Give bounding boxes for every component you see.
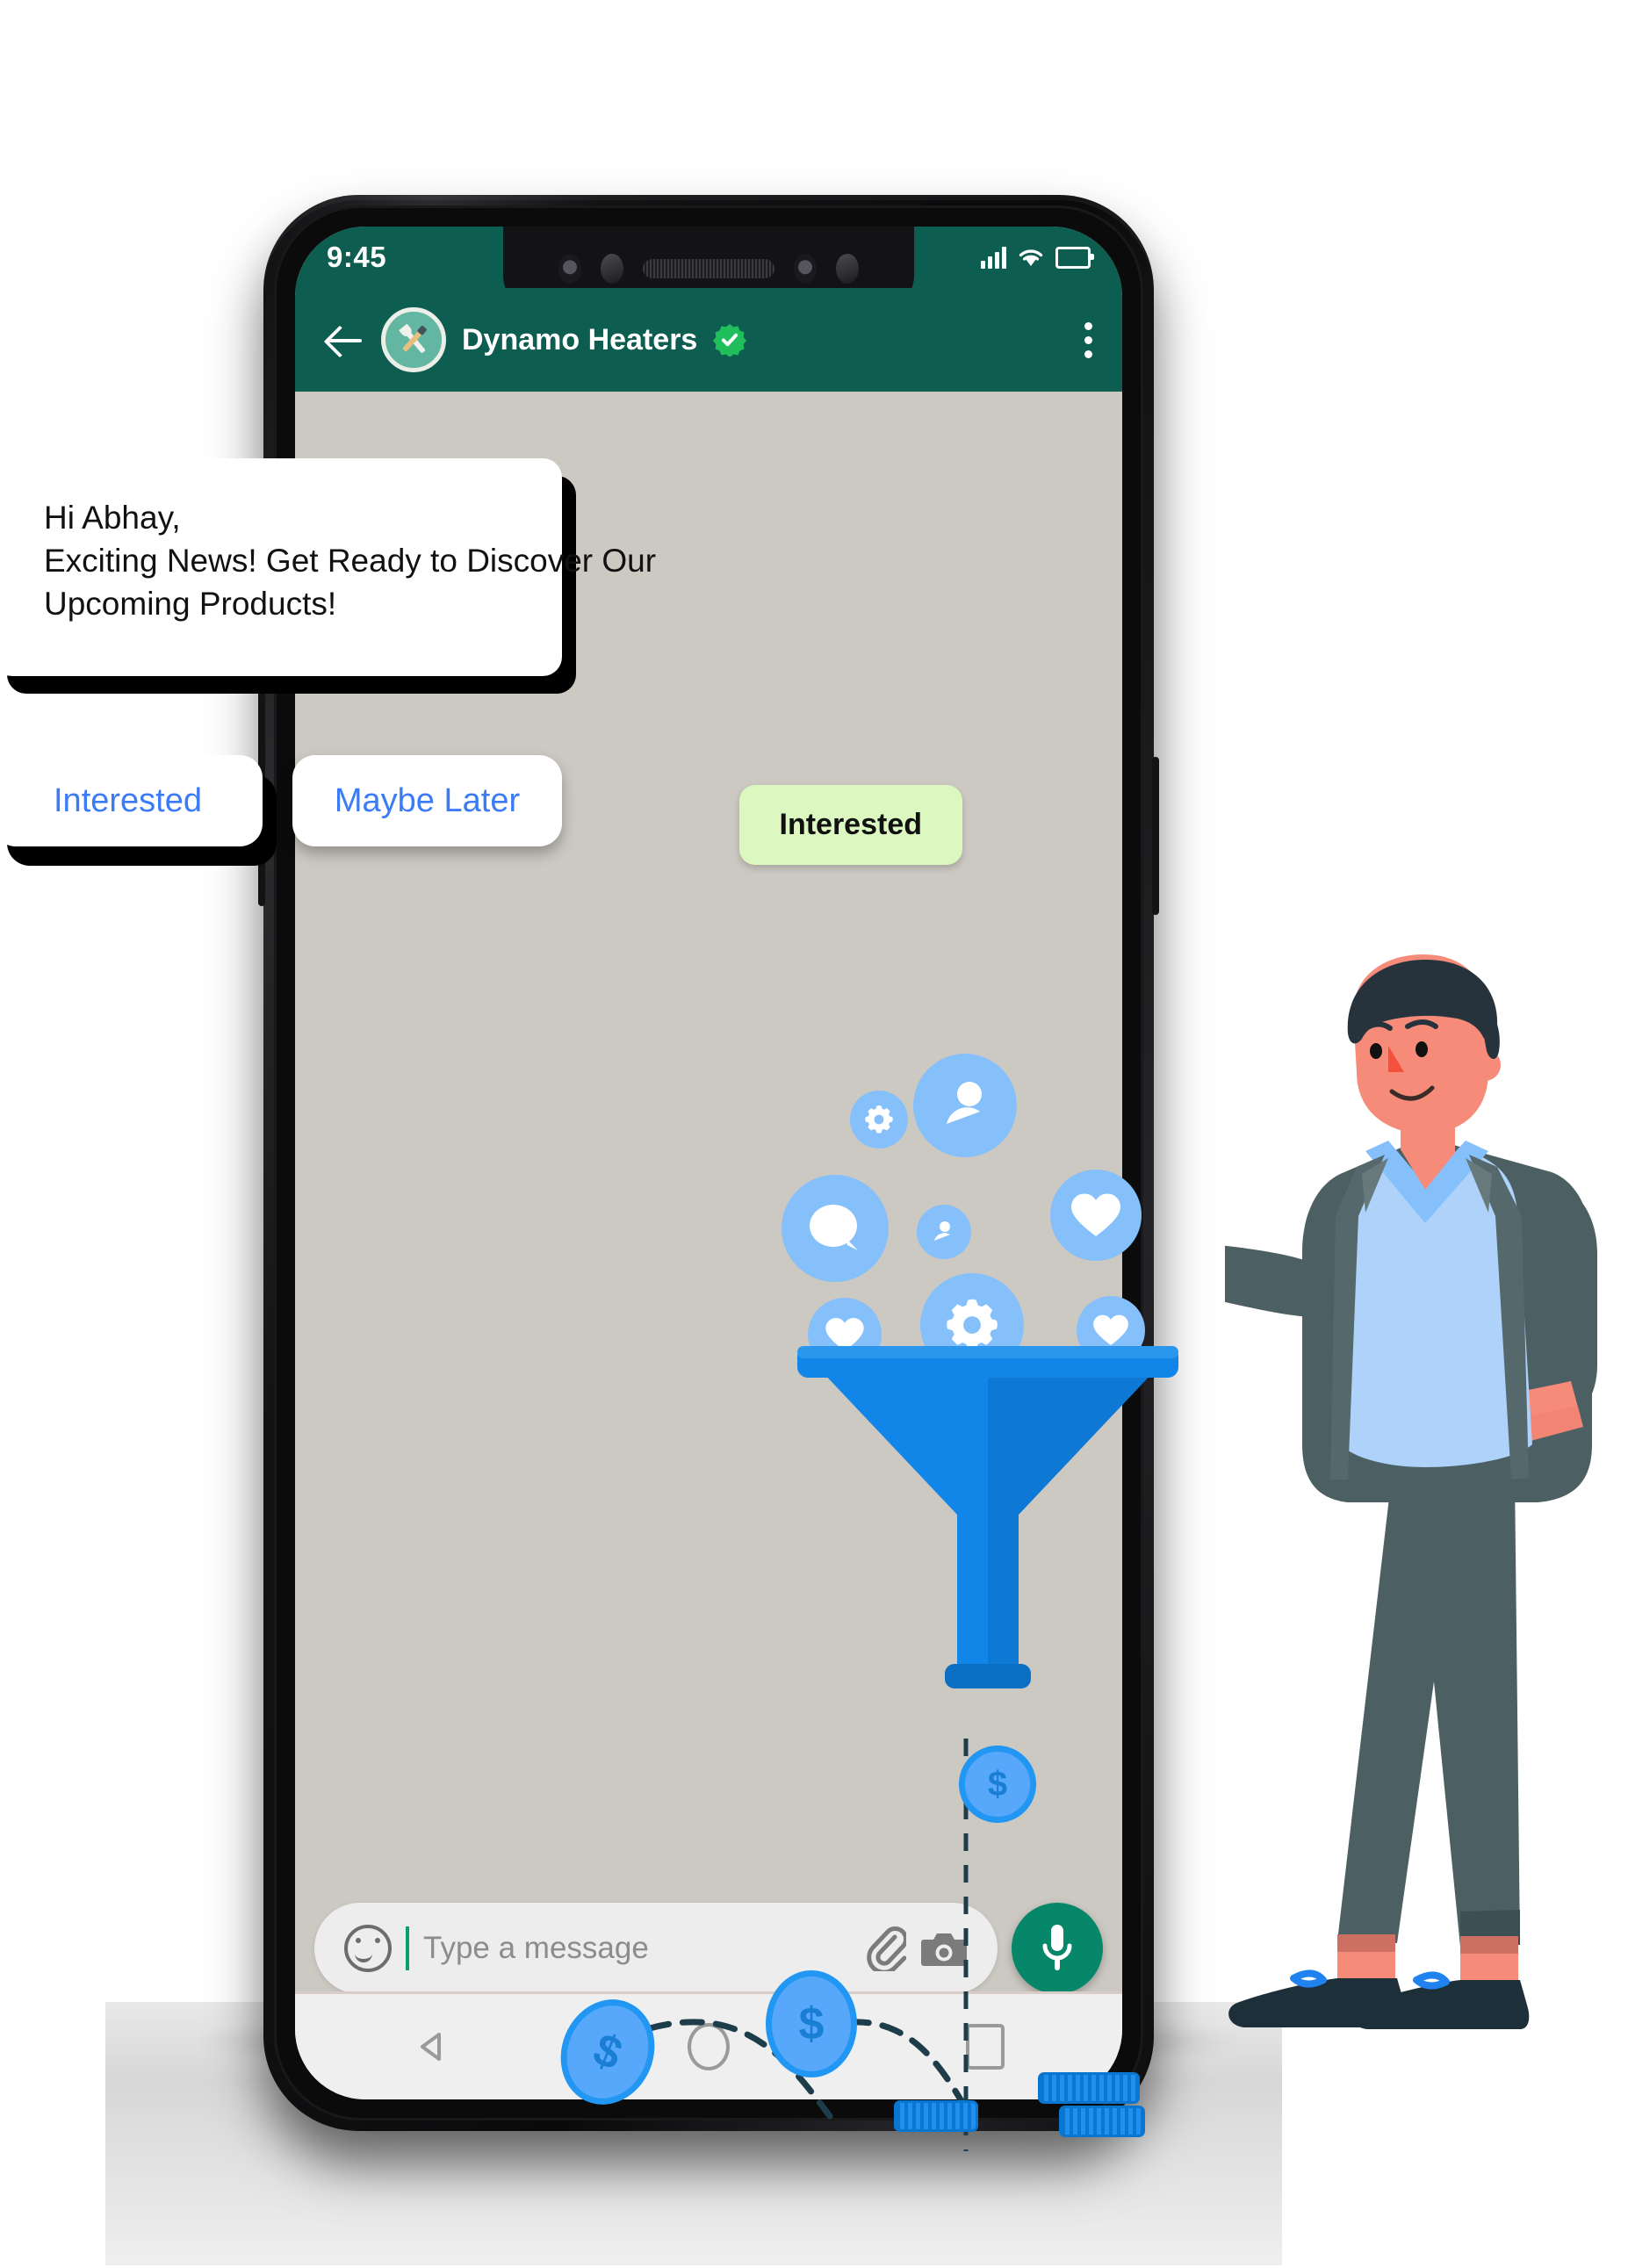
bubble-chat	[782, 1175, 889, 1282]
dollar-coin-icon: $	[766, 1970, 857, 2077]
android-nav-bar	[295, 1991, 1122, 2099]
dollar-sign-icon: $	[799, 1998, 825, 2049]
outgoing-message-bubble: Interested	[738, 785, 962, 865]
interested-button[interactable]: Interested	[0, 755, 263, 846]
small-user-icon	[934, 1221, 950, 1241]
cellular-signal-icon	[981, 246, 1006, 269]
microphone-icon	[1042, 1925, 1072, 1970]
gear-icon	[865, 1105, 893, 1134]
coin-stack	[894, 2100, 978, 2132]
message-composer: Type a message	[314, 1903, 1103, 1994]
dollar-sign-icon: $	[587, 2024, 630, 2081]
text-caret	[406, 1926, 409, 1970]
chat-bubble-icon	[810, 1205, 858, 1250]
bubble-gear-small	[850, 1091, 908, 1148]
android-recents-icon[interactable]	[965, 2024, 1005, 2070]
tools-avatar-icon[interactable]	[381, 307, 446, 372]
front-camera-icon	[558, 254, 581, 284]
maybe-later-button[interactable]: Maybe Later	[292, 755, 562, 846]
voice-record-button[interactable]	[1012, 1903, 1103, 1994]
coin-stack	[1038, 2072, 1140, 2104]
svg-text:$: $	[587, 2024, 630, 2081]
screenshot-root: 9:45 Dynamo Heaters Interested Type a me…	[0, 0, 1628, 2268]
verified-badge-icon	[713, 323, 747, 356]
dollar-coin-icon: $	[959, 1746, 1036, 1823]
wifi-icon	[1019, 249, 1043, 266]
message-line-2: Exciting News! Get Ready to Discover Our	[44, 542, 657, 579]
broadcast-message-card: Hi Abhay, Exciting News! Get Ready to Di…	[0, 458, 657, 677]
message-line-1: Hi Abhay,	[44, 500, 181, 536]
android-back-icon[interactable]	[413, 2027, 451, 2066]
camera-icon[interactable]	[920, 1929, 968, 1968]
svg-text:$: $	[799, 1998, 825, 2049]
bubble-user-profile	[913, 1054, 1017, 1157]
status-clock: 9:45	[327, 241, 387, 273]
chat-app-header: Dynamo Heaters	[295, 288, 1122, 392]
front-camera-icon	[794, 254, 817, 284]
earpiece-speaker	[643, 259, 774, 278]
lead-funnel-icon	[797, 1346, 1178, 1688]
message-input-field[interactable]: Type a message	[314, 1903, 998, 1994]
svg-text:$: $	[988, 1765, 1007, 1804]
bubble-heart	[1050, 1170, 1142, 1261]
heart-icon	[1071, 1193, 1120, 1236]
quick-reply-buttons: Interested Maybe Later	[0, 755, 562, 846]
status-indicators	[981, 246, 1094, 269]
businessman-illustration	[1225, 954, 1597, 2029]
sensor-icon	[601, 254, 623, 284]
sensor-icon	[836, 254, 859, 284]
back-arrow-icon[interactable]	[325, 320, 365, 360]
coin-stack	[1059, 2106, 1145, 2137]
dollar-sign-icon: $	[988, 1765, 1007, 1804]
android-home-icon[interactable]	[687, 2023, 730, 2070]
user-profile-icon	[947, 1082, 982, 1124]
emoji-smiley-icon[interactable]	[344, 1925, 392, 1972]
bubble-user-small	[917, 1205, 971, 1259]
power-button[interactable]	[1152, 757, 1159, 915]
search-input[interactable]: Type a message	[423, 1931, 852, 1966]
battery-icon	[1055, 246, 1094, 269]
overflow-menu-icon[interactable]	[1084, 321, 1092, 358]
paperclip-icon[interactable]	[866, 1926, 906, 1971]
message-line-3: Upcoming Products!	[44, 585, 337, 622]
page-title: Dynamo Heaters	[462, 322, 698, 356]
